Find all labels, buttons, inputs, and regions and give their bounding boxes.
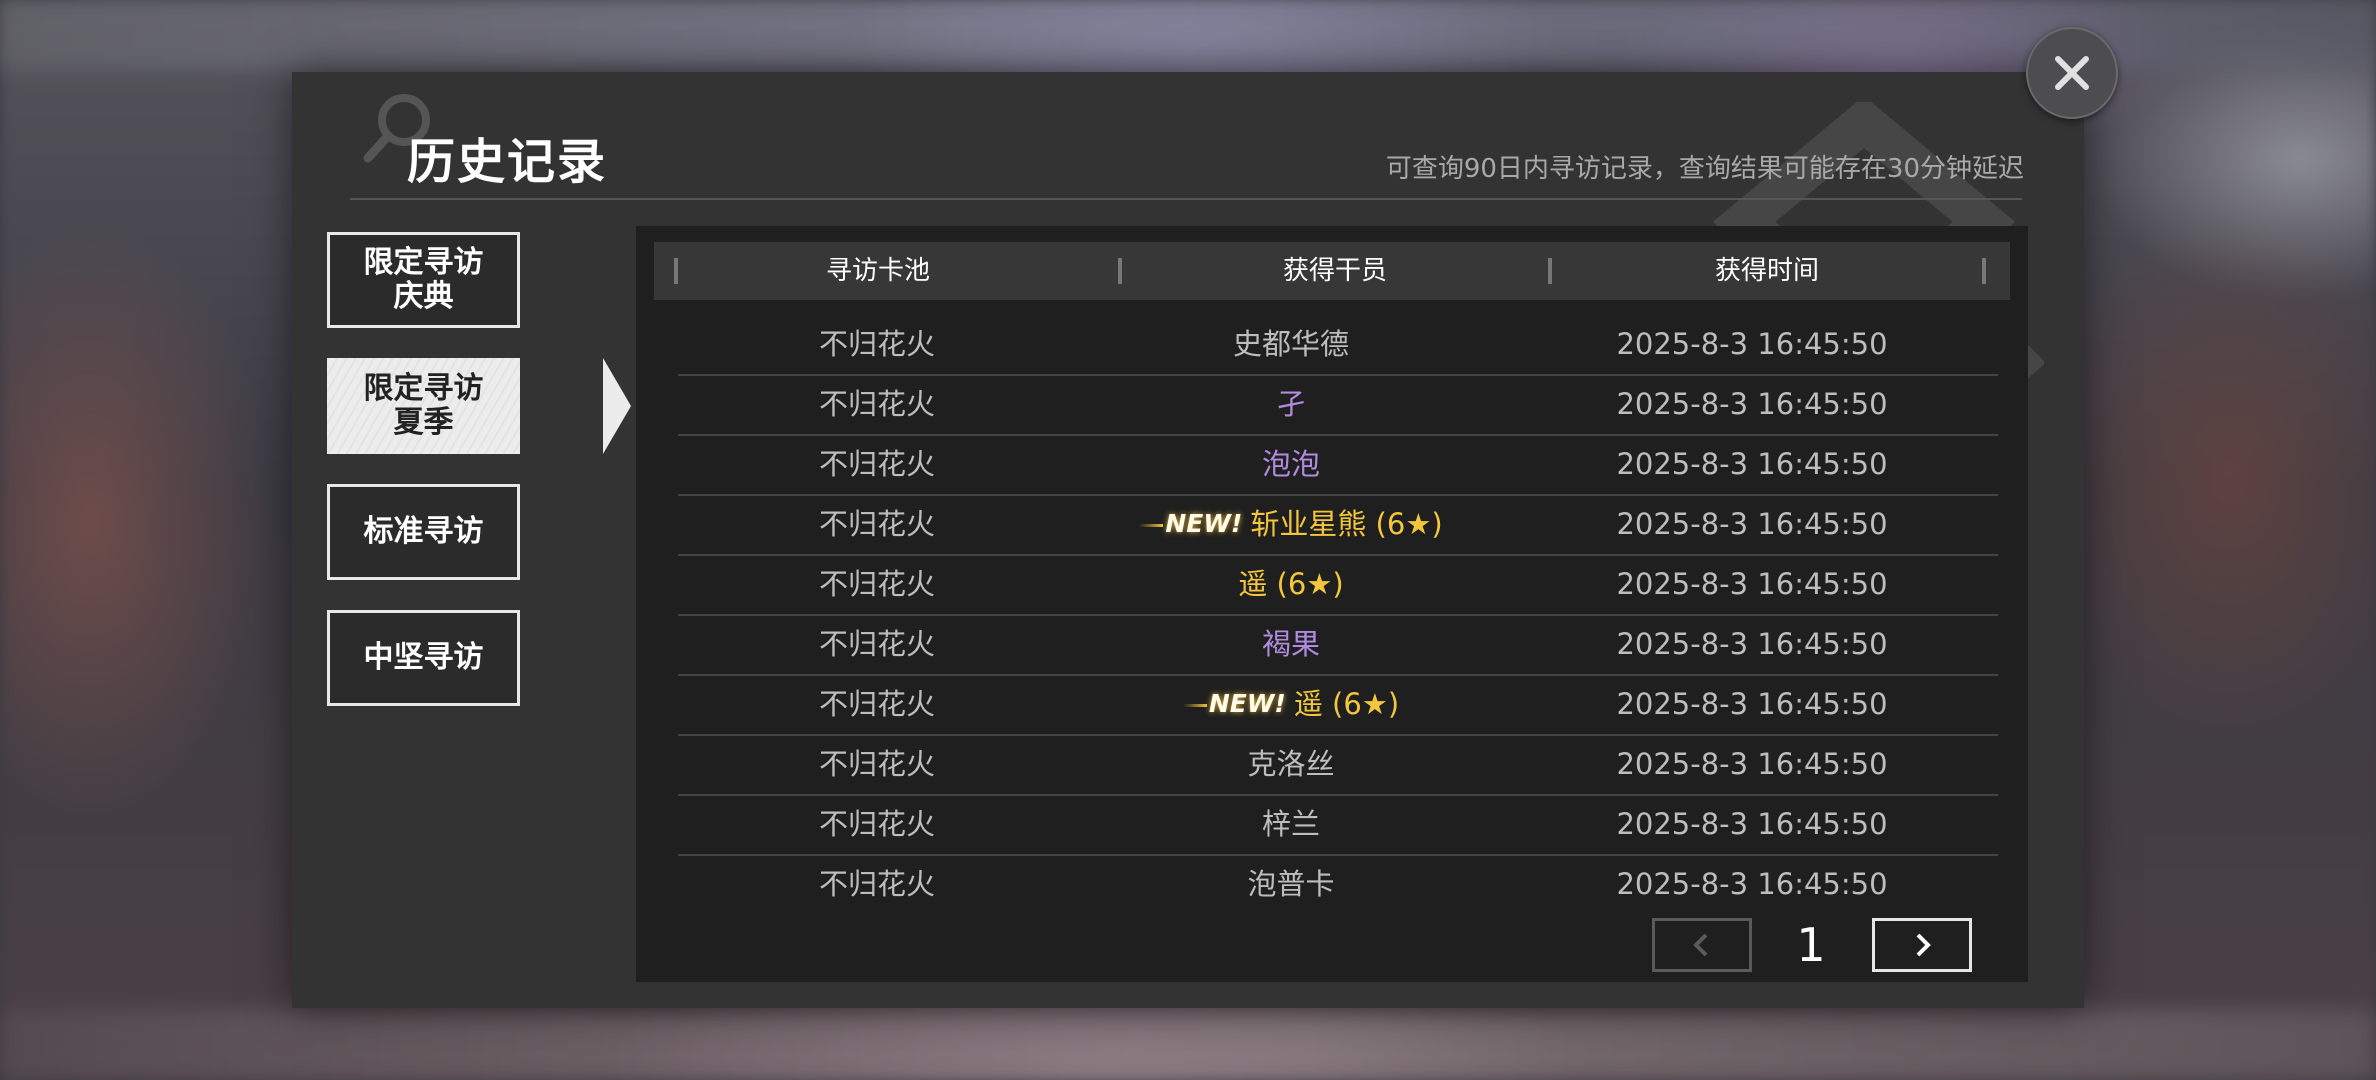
tab-label: 中坚寻访 — [363, 640, 484, 675]
cell-pool: 不归花火 — [818, 387, 935, 421]
table-row: 不归花火 史都华德 2025-8-3 16:45:50 — [678, 314, 1998, 376]
chevron-right-icon — [1916, 933, 1931, 957]
operator-name: 泡普卡 — [1247, 867, 1335, 901]
cell-time: 2025-8-3 16:45:50 — [1616, 567, 1888, 601]
table-row: 不归花火 NEW! 斩业星熊 (6★) 2025-8-3 16:45:50 — [678, 494, 1998, 556]
cell-time: 2025-8-3 16:45:50 — [1616, 687, 1888, 721]
cell-pool: 不归花火 — [818, 867, 935, 901]
table-row: 不归花火 克洛丝 2025-8-3 16:45:50 — [678, 734, 1998, 796]
cell-operator: 克洛丝 — [1076, 734, 1506, 794]
header-time: 获得时间 — [1714, 256, 1819, 286]
cell-operator: 遥 (6★) — [1076, 554, 1506, 614]
cell-operator: 泡泡 — [1076, 434, 1506, 494]
cell-operator: 泡普卡 — [1076, 854, 1506, 914]
table-row: 不归花火 泡泡 2025-8-3 16:45:50 — [678, 434, 1998, 496]
cell-pool: 不归花火 — [818, 327, 935, 361]
cell-time: 2025-8-3 16:45:50 — [1616, 627, 1888, 661]
table-row: 不归花火 褐果 2025-8-3 16:45:50 — [678, 614, 1998, 676]
cell-pool: 不归花火 — [818, 807, 935, 841]
background-bottom-blur — [0, 1010, 2376, 1080]
cell-pool: 不归花火 — [818, 567, 935, 601]
cell-time: 2025-8-3 16:45:50 — [1616, 507, 1888, 541]
cell-pool: 不归花火 — [818, 507, 935, 541]
cell-operator: 褐果 — [1076, 614, 1506, 674]
cell-operator: 史都华德 — [1076, 314, 1506, 374]
operator-name: 史都华德 — [1232, 327, 1349, 361]
cell-time: 2025-8-3 16:45:50 — [1616, 327, 1888, 361]
tab-limited-summer[interactable]: 限定寻访 夏季 — [327, 358, 520, 454]
operator-name: 斩业星熊 (6★) — [1250, 507, 1443, 541]
dialog-subtitle: 可查询90日内寻访记录，查询结果可能存在30分钟延迟 — [1385, 154, 2024, 184]
tab-core[interactable]: 中坚寻访 — [327, 610, 520, 706]
cell-pool: 不归花火 — [818, 447, 935, 481]
background-top-blur — [0, 0, 2376, 70]
tab-label: 标准寻访 — [363, 514, 484, 549]
title-divider — [350, 198, 2022, 200]
table-row: 不归花火 泡普卡 2025-8-3 16:45:50 — [678, 854, 1998, 914]
prev-page-button[interactable] — [1652, 918, 1752, 972]
tab-limited-celebration[interactable]: 限定寻访 庆典 — [327, 232, 520, 328]
tab-label-line2: 庆典 — [393, 279, 454, 314]
operator-name: 泡泡 — [1261, 447, 1320, 481]
table-row: 不归花火 梓兰 2025-8-3 16:45:50 — [678, 794, 1998, 856]
cell-operator: NEW! 遥 (6★) — [1076, 674, 1506, 734]
cell-time: 2025-8-3 16:45:50 — [1616, 807, 1888, 841]
tab-label-line1: 限定寻访 — [363, 371, 484, 406]
current-page-number: 1 — [1796, 918, 1826, 972]
chevron-left-icon — [1693, 933, 1708, 957]
header-separator — [1982, 258, 1986, 284]
cell-operator: 梓兰 — [1076, 794, 1506, 854]
operator-name: 克洛丝 — [1247, 747, 1335, 781]
tab-standard[interactable]: 标准寻访 — [327, 484, 520, 580]
operator-name: 梓兰 — [1261, 807, 1320, 841]
cell-time: 2025-8-3 16:45:50 — [1616, 387, 1888, 421]
next-page-button[interactable] — [1872, 918, 1972, 972]
cell-pool: 不归花火 — [818, 687, 935, 721]
cell-operator: NEW! 斩业星熊 (6★) — [1076, 494, 1506, 554]
close-icon — [2055, 56, 2089, 90]
operator-name: 遥 (6★) — [1293, 687, 1400, 721]
cell-time: 2025-8-3 16:45:50 — [1616, 867, 1888, 901]
cell-pool: 不归花火 — [818, 627, 935, 661]
table-row: 不归花火 NEW! 遥 (6★) 2025-8-3 16:45:50 — [678, 674, 1998, 736]
operator-name: 遥 (6★) — [1238, 567, 1344, 601]
operator-name: 褐果 — [1261, 627, 1320, 661]
cell-operator: 孑 — [1076, 374, 1506, 434]
table-row: 不归花火 孑 2025-8-3 16:45:50 — [678, 374, 1998, 436]
history-table-panel: 寻访卡池 获得干员 获得时间 不归花火 史都华德 2025-8-3 16:45:50… — [636, 226, 2028, 982]
dialog-title: 历史记录 — [407, 134, 608, 190]
new-badge: NEW! — [1139, 494, 1242, 554]
header-operator: 获得干员 — [1282, 256, 1387, 286]
table-row: 不归花火 遥 (6★) 2025-8-3 16:45:50 — [678, 554, 1998, 616]
active-tab-pointer — [603, 358, 631, 454]
cell-time: 2025-8-3 16:45:50 — [1616, 747, 1888, 781]
cell-pool: 不归花火 — [818, 747, 935, 781]
close-button[interactable] — [2026, 27, 2118, 119]
header-pool: 寻访卡池 — [825, 256, 930, 286]
new-badge: NEW! — [1182, 674, 1286, 734]
tab-label-line2: 夏季 — [393, 405, 454, 440]
table-header: 寻访卡池 获得干员 获得时间 — [654, 242, 2010, 300]
tab-label-line1: 限定寻访 — [363, 245, 484, 280]
operator-name: 孑 — [1276, 387, 1306, 421]
cell-time: 2025-8-3 16:45:50 — [1616, 447, 1888, 481]
